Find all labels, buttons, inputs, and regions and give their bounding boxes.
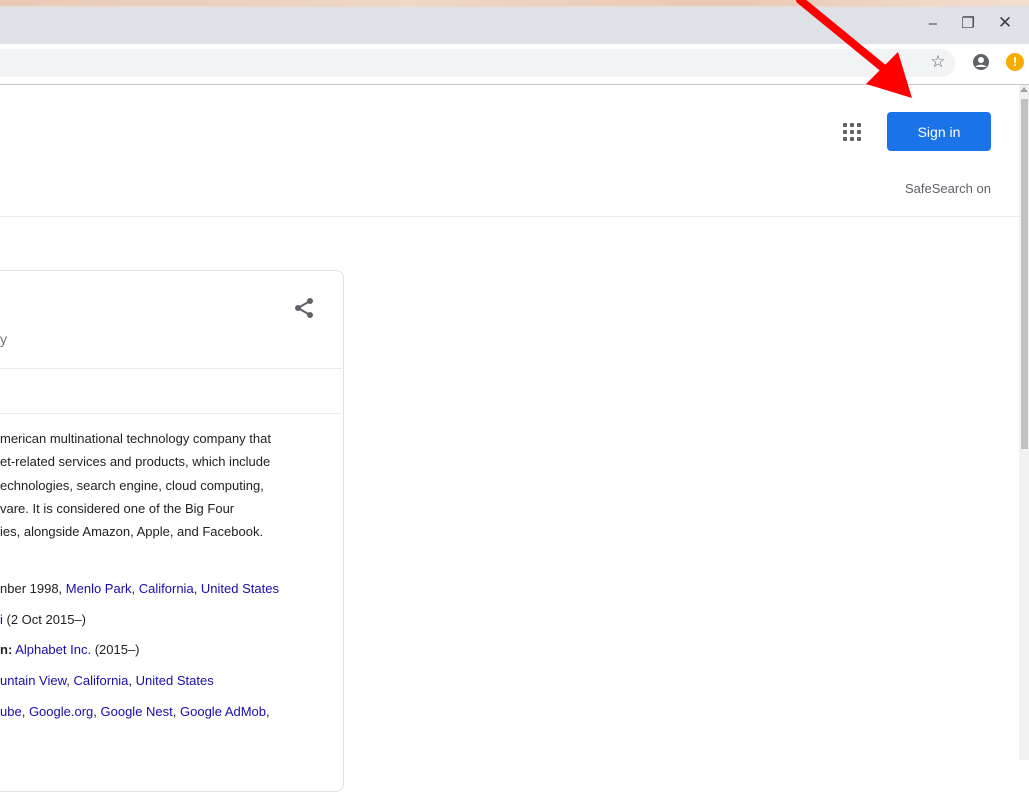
description-line: ies, alongside Amazon, Apple, and Facebo… xyxy=(0,524,264,540)
fact-separator: , xyxy=(266,704,270,719)
bookmark-star-icon[interactable]: ☆ xyxy=(928,52,948,72)
description-line: vare. It is considered one of the Big Fo… xyxy=(0,500,235,516)
sign-in-button[interactable]: Sign in xyxy=(887,112,991,151)
fact-ceo: i (2 Oct 2015–) xyxy=(0,612,86,627)
united-states-link[interactable]: United States xyxy=(136,673,214,688)
fact-text: (2015–) xyxy=(91,642,140,657)
description-line: merican multinational technology company… xyxy=(0,431,271,446)
fact-separator: , xyxy=(172,704,180,719)
fact-text: nber 1998, xyxy=(0,581,66,596)
update-alert-icon[interactable]: ! xyxy=(1006,53,1024,71)
fact-separator: , xyxy=(66,673,74,688)
profile-icon[interactable] xyxy=(972,53,990,71)
restore-button[interactable]: ❐ xyxy=(950,10,986,36)
fact-subsidiaries: ube, Google.org, Google Nest, Google AdM… xyxy=(0,704,270,719)
fact-separator: , xyxy=(131,581,139,596)
fact-founded: nber 1998, Menlo Park, California, Unite… xyxy=(0,581,279,596)
fact-label: n: xyxy=(0,642,13,657)
close-button[interactable]: ✕ xyxy=(987,10,1023,36)
page-scrollbar[interactable] xyxy=(1019,85,1029,760)
header-divider xyxy=(0,216,1019,217)
california-link[interactable]: California xyxy=(74,673,129,688)
share-icon[interactable] xyxy=(292,296,316,320)
panel-divider xyxy=(0,413,342,414)
fact-separator: , xyxy=(128,673,136,688)
google-nest-link[interactable]: Google Nest xyxy=(101,704,173,719)
knowledge-panel-description: merican multinational technology company… xyxy=(0,427,340,543)
description-line: et-related services and products, which … xyxy=(0,454,271,470)
knowledge-panel-subtitle: y xyxy=(0,331,7,347)
scroll-up-arrow-icon[interactable] xyxy=(1020,87,1028,92)
fact-parent-organization: n: Alphabet Inc. (2015–) xyxy=(0,642,140,657)
google-org-link[interactable]: Google.org xyxy=(29,704,93,719)
alphabet-inc-link[interactable]: Alphabet Inc. xyxy=(15,642,91,657)
fact-separator: , xyxy=(93,704,101,719)
description-line: echnologies, search engine, cloud comput… xyxy=(0,477,264,493)
panel-divider xyxy=(0,368,342,369)
safesearch-status[interactable]: SafeSearch on xyxy=(905,181,991,196)
google-admob-link[interactable]: Google AdMob xyxy=(180,704,266,719)
united-states-link[interactable]: United States xyxy=(201,581,279,596)
annotation-arrow-icon xyxy=(796,0,912,98)
scrollbar-thumb[interactable] xyxy=(1021,99,1028,449)
mountain-view-link[interactable]: untain View xyxy=(0,673,66,688)
fact-text: (2 Oct 2015–) xyxy=(2,612,87,627)
fact-separator: , xyxy=(193,581,201,596)
fact-separator: , xyxy=(21,704,29,719)
google-apps-icon[interactable] xyxy=(840,120,864,144)
youtube-link[interactable]: ube xyxy=(0,704,22,719)
fact-headquarters: untain View, California, United States xyxy=(0,673,214,688)
california-link[interactable]: California xyxy=(139,581,194,596)
menlo-park-link[interactable]: Menlo Park xyxy=(66,581,132,596)
